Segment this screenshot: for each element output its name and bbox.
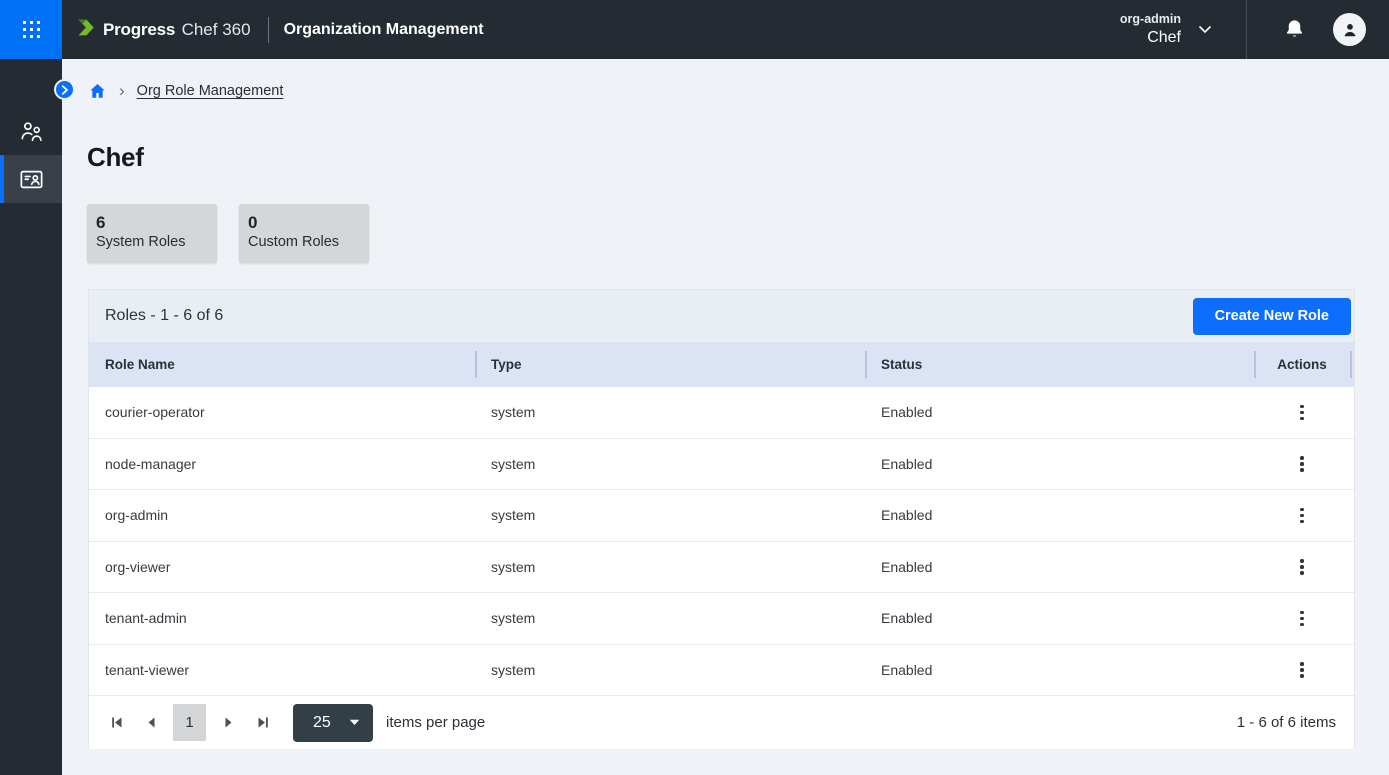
page-title: Chef bbox=[87, 142, 144, 173]
system-roles-count: 6 bbox=[96, 213, 208, 233]
person-icon bbox=[1340, 20, 1360, 40]
next-page-icon bbox=[221, 715, 236, 730]
cell-type: system bbox=[475, 404, 865, 420]
table-row: node-manager system Enabled bbox=[89, 439, 1354, 491]
cell-status: Enabled bbox=[865, 507, 1254, 523]
account-role: org-admin bbox=[1120, 12, 1181, 27]
last-page-icon bbox=[256, 715, 271, 730]
table-row: org-admin system Enabled bbox=[89, 490, 1354, 542]
bell-icon bbox=[1283, 18, 1306, 41]
chevron-right-icon bbox=[61, 85, 69, 95]
custom-roles-card: 0 Custom Roles bbox=[239, 204, 369, 263]
column-header-status: Status bbox=[865, 342, 1254, 387]
role-badge-icon bbox=[18, 166, 45, 193]
cell-type: system bbox=[475, 507, 865, 523]
column-header-gutter bbox=[1350, 342, 1354, 387]
current-page-button[interactable]: 1 bbox=[173, 704, 206, 741]
table-toolbar: Roles - 1 - 6 of 6 Create New Role bbox=[89, 290, 1354, 342]
caret-down-icon bbox=[349, 719, 360, 726]
row-actions-kebab-button[interactable] bbox=[1289, 655, 1315, 685]
cell-role-name: tenant-admin bbox=[89, 610, 475, 626]
column-header-role-name: Role Name bbox=[89, 342, 475, 387]
users-icon bbox=[18, 118, 45, 145]
first-page-icon bbox=[109, 715, 124, 730]
previous-page-icon bbox=[144, 715, 159, 730]
brand-product: Chef 360 bbox=[182, 20, 251, 39]
table-header-row: Role Name Type Status Actions bbox=[89, 342, 1354, 387]
breadcrumb-link-org-role-management[interactable]: Org Role Management bbox=[137, 83, 284, 99]
sidebar-item-roles[interactable] bbox=[0, 155, 62, 203]
notifications-button[interactable] bbox=[1271, 7, 1317, 53]
table-row: tenant-admin system Enabled bbox=[89, 593, 1354, 645]
last-page-button[interactable] bbox=[250, 709, 276, 737]
cell-type: system bbox=[475, 559, 865, 575]
custom-roles-count: 0 bbox=[248, 213, 360, 233]
table-pagination: 1 25 items per page 1 - 6 of 6 items bbox=[89, 696, 1354, 749]
chevron-down-icon bbox=[1198, 25, 1212, 34]
header-divider bbox=[268, 17, 269, 43]
top-bar: Progress Chef 360 Organization Managemen… bbox=[0, 0, 1389, 59]
cell-status: Enabled bbox=[865, 456, 1254, 472]
page-size-select[interactable]: 25 bbox=[293, 704, 373, 742]
brand-name: Progress bbox=[103, 20, 175, 39]
home-icon bbox=[88, 82, 107, 100]
main-content: › Org Role Management Chef 6 System Role… bbox=[62, 59, 1389, 775]
first-page-button[interactable] bbox=[103, 709, 129, 737]
page: Progress Chef 360 Organization Managemen… bbox=[0, 0, 1389, 775]
system-roles-label: System Roles bbox=[96, 233, 208, 252]
stat-cards: 6 System Roles 0 Custom Roles bbox=[87, 204, 369, 263]
cell-role-name: org-viewer bbox=[89, 559, 475, 575]
cell-type: system bbox=[475, 456, 865, 472]
create-new-role-button[interactable]: Create New Role bbox=[1193, 298, 1351, 335]
cell-role-name: tenant-viewer bbox=[89, 662, 475, 678]
app-title: Organization Management bbox=[284, 21, 484, 39]
app-grid-icon bbox=[23, 21, 40, 38]
cell-role-name: node-manager bbox=[89, 456, 475, 472]
progress-logo-icon bbox=[75, 17, 96, 43]
cell-status: Enabled bbox=[865, 662, 1254, 678]
cell-type: system bbox=[475, 610, 865, 626]
cell-status: Enabled bbox=[865, 404, 1254, 420]
account-org: Chef bbox=[1147, 27, 1181, 48]
column-header-actions: Actions bbox=[1254, 342, 1350, 387]
cell-role-name: org-admin bbox=[89, 507, 475, 523]
custom-roles-label: Custom Roles bbox=[248, 233, 360, 252]
user-avatar-button[interactable] bbox=[1333, 13, 1366, 46]
row-actions-kebab-button[interactable] bbox=[1289, 449, 1315, 479]
previous-page-button[interactable] bbox=[138, 709, 164, 737]
cell-status: Enabled bbox=[865, 559, 1254, 575]
page-size-value: 25 bbox=[313, 714, 331, 732]
cell-type: system bbox=[475, 662, 865, 678]
sidebar-expand-button[interactable] bbox=[54, 79, 75, 100]
row-actions-kebab-button[interactable] bbox=[1289, 500, 1315, 530]
table-row: tenant-viewer system Enabled bbox=[89, 645, 1354, 697]
sidebar bbox=[0, 59, 62, 775]
row-actions-kebab-button[interactable] bbox=[1289, 397, 1315, 427]
roles-table-panel: Roles - 1 - 6 of 6 Create New Role Role … bbox=[88, 289, 1355, 749]
brand-logo: Progress Chef 360 bbox=[75, 17, 251, 43]
system-roles-card: 6 System Roles bbox=[87, 204, 217, 263]
cell-role-name: courier-operator bbox=[89, 404, 475, 420]
table-title: Roles - 1 - 6 of 6 bbox=[105, 307, 223, 325]
header-divider bbox=[1246, 0, 1247, 59]
app-launcher-button[interactable] bbox=[0, 0, 62, 59]
column-header-type: Type bbox=[475, 342, 865, 387]
pagination-range-label: 1 - 6 of 6 items bbox=[1237, 714, 1336, 731]
items-per-page-label: items per page bbox=[386, 714, 485, 731]
row-actions-kebab-button[interactable] bbox=[1289, 603, 1315, 633]
cell-status: Enabled bbox=[865, 610, 1254, 626]
row-actions-kebab-button[interactable] bbox=[1289, 552, 1315, 582]
account-menu[interactable]: org-admin Chef bbox=[1120, 12, 1212, 48]
table-row: org-viewer system Enabled bbox=[89, 542, 1354, 594]
table-row: courier-operator system Enabled bbox=[89, 387, 1354, 439]
breadcrumb: › Org Role Management bbox=[88, 82, 283, 100]
breadcrumb-separator: › bbox=[119, 82, 125, 100]
sidebar-item-users[interactable] bbox=[0, 107, 62, 155]
home-breadcrumb-link[interactable] bbox=[88, 82, 107, 100]
next-page-button[interactable] bbox=[215, 709, 241, 737]
